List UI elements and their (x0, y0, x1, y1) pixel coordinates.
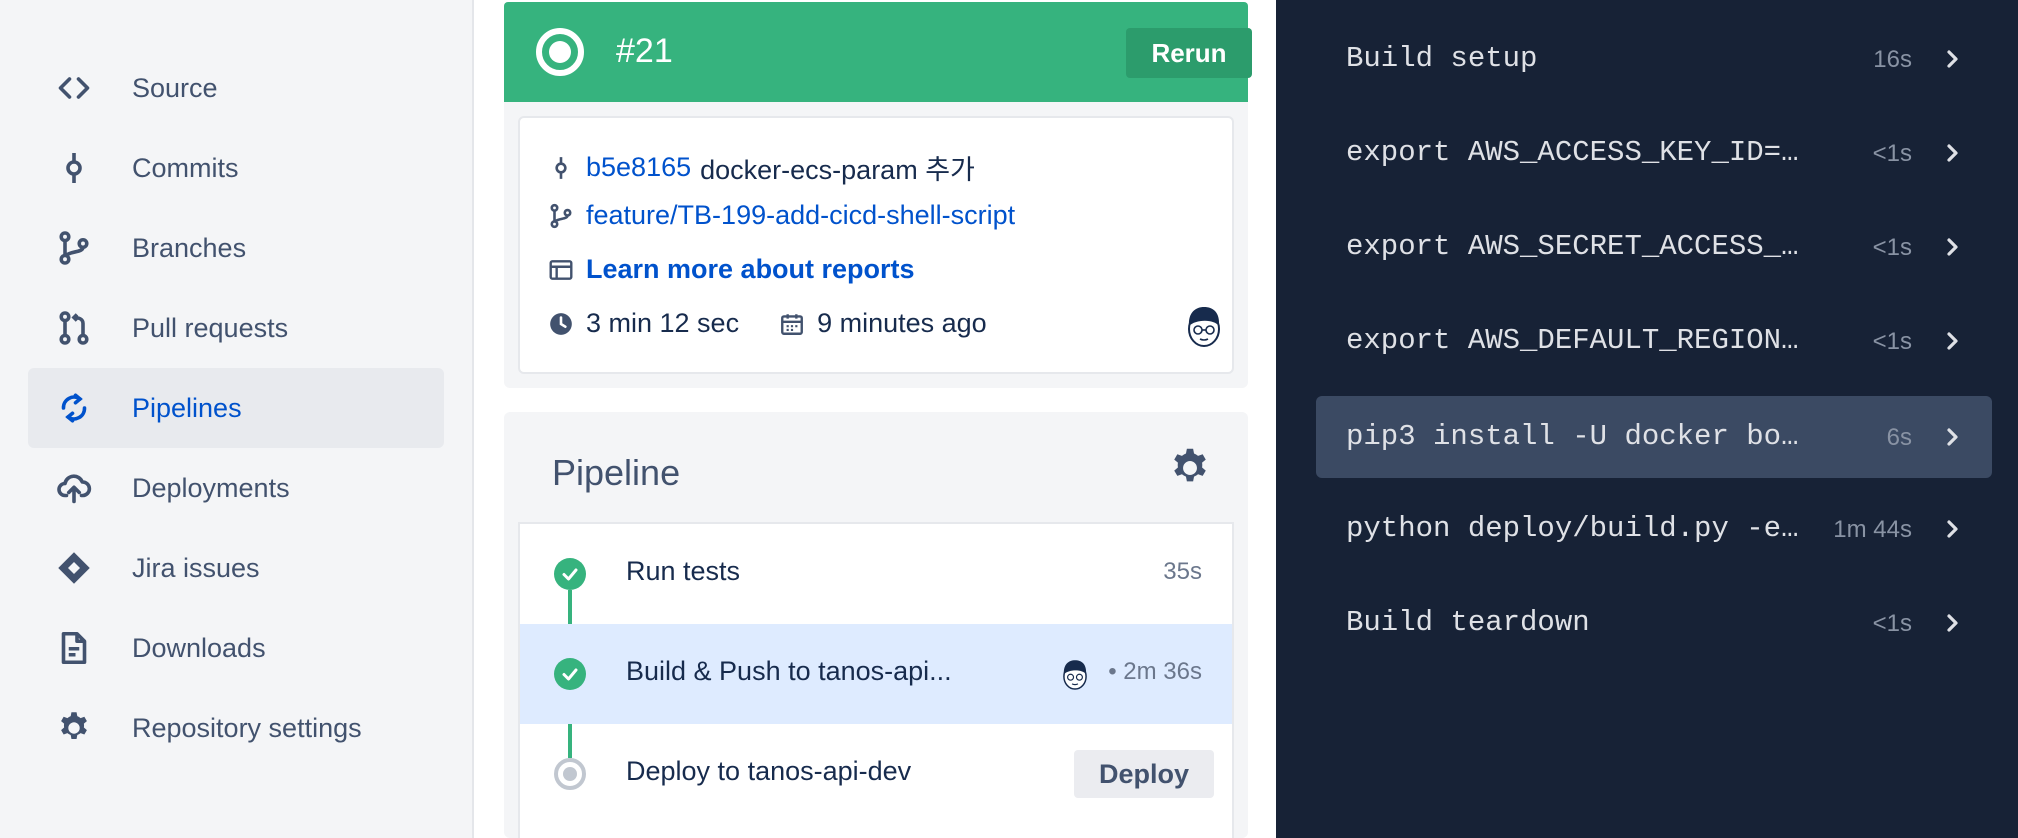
chevron-right-icon (1947, 428, 1958, 446)
log-section[interactable]: Build setup 16s (1316, 18, 1992, 100)
log-duration: <1s (1872, 234, 1912, 261)
chevron-right-icon (1947, 520, 1958, 538)
sidebar-item-pipelines[interactable]: Pipelines (28, 368, 444, 448)
pending-icon (554, 758, 586, 790)
deploy-button[interactable]: Deploy (1074, 750, 1214, 798)
jira-icon (56, 550, 92, 586)
report-icon (546, 255, 576, 285)
sidebar-item-branches[interactable]: Branches (28, 208, 444, 288)
run-duration: 3 min 12 sec (586, 308, 740, 338)
pipeline-step[interactable]: Deploy to tanos-api-dev Deploy (520, 724, 1232, 824)
check-icon (554, 658, 586, 690)
branch-link[interactable]: feature/TB-199-add-cicd-shell-script (586, 200, 1015, 231)
log-section[interactable]: export AWS_SECRET_ACCESS_… <1s (1316, 206, 1992, 288)
commit-icon (546, 153, 576, 183)
log-section[interactable]: export AWS_ACCESS_KEY_ID=… <1s (1316, 112, 1992, 194)
sidebar: Source Commits Branches Pull requests Pi… (0, 0, 474, 838)
commit-message: docker-ecs-param 추가 (700, 155, 975, 185)
log-duration: <1s (1872, 610, 1912, 637)
log-section[interactable]: pip3 install -U docker bo… 6s (1316, 396, 1992, 478)
log-section[interactable]: export AWS_DEFAULT_REGION… <1s (1316, 300, 1992, 382)
avatar (1063, 660, 1087, 690)
pull-request-icon (56, 310, 92, 346)
step-label: Run tests (626, 556, 741, 586)
reports-row: Learn more about reports (546, 254, 915, 285)
chevron-right-icon (1947, 144, 1958, 162)
pipeline-steps: Run tests 35s Build & Push to tanos-api.… (518, 522, 1234, 838)
run-header: #21 Rerun (504, 2, 1252, 102)
pipeline-panel: Pipeline Run tests 35s Build & Push to t… (504, 412, 1248, 838)
sidebar-item-jira-issues[interactable]: Jira issues (28, 528, 444, 608)
log-section[interactable]: Build teardown <1s (1316, 582, 1992, 664)
sidebar-item-label: Deployments (132, 472, 290, 503)
log-duration: 16s (1873, 46, 1912, 73)
commit-row: b5e8165 docker-ecs-param 추가 (546, 148, 975, 187)
sidebar-item-deployments[interactable]: Deployments (28, 448, 444, 528)
document-icon (56, 630, 92, 666)
commit-hash-link[interactable]: b5e8165 (586, 152, 691, 183)
calendar-icon (777, 309, 807, 339)
chevron-right-icon (1947, 614, 1958, 632)
step-duration: 35s (1163, 558, 1202, 585)
run-summary: b5e8165 docker-ecs-param 추가 feature/TB-1… (504, 102, 1248, 388)
log-command: Build setup (1346, 42, 1538, 75)
sidebar-item-label: Branches (132, 232, 247, 263)
chevron-right-icon (1947, 332, 1958, 350)
check-icon (554, 558, 586, 590)
run-number: #21 (616, 32, 673, 70)
sidebar-item-label: Jira issues (132, 552, 260, 583)
sidebar-item-source[interactable]: Source (28, 48, 444, 128)
sidebar-item-repository-settings[interactable]: Repository settings (28, 688, 444, 768)
run-summary-card: b5e8165 docker-ecs-param 추가 feature/TB-1… (518, 116, 1234, 374)
branch-icon (56, 230, 92, 266)
log-duration: 6s (1886, 424, 1912, 451)
branch-row: feature/TB-199-add-cicd-shell-script (546, 200, 1015, 231)
clock-icon (546, 309, 576, 339)
log-duration: <1s (1872, 328, 1912, 355)
pipeline-title: Pipeline (552, 452, 681, 493)
code-icon (56, 70, 92, 106)
log-duration: <1s (1872, 140, 1912, 167)
log-command: Build teardown (1346, 606, 1590, 639)
pipelines-icon (56, 390, 92, 426)
chevron-right-icon (1947, 238, 1958, 256)
cloud-upload-icon (56, 470, 92, 506)
log-command: export AWS_ACCESS_KEY_ID=… (1346, 136, 1799, 169)
sidebar-item-label: Commits (132, 152, 239, 183)
step-label: Deploy to tanos-api-dev (626, 756, 912, 786)
log-duration: 1m 44s (1833, 516, 1912, 543)
log-section[interactable]: python deploy/build.py -e… 1m 44s (1316, 488, 1992, 570)
rerun-button[interactable]: Rerun (1126, 28, 1252, 78)
sidebar-item-pull-requests[interactable]: Pull requests (28, 288, 444, 368)
gear-icon[interactable] (1168, 446, 1212, 490)
log-command: export AWS_SECRET_ACCESS_… (1346, 230, 1799, 263)
step-log-panel: Build setup 16s export AWS_ACCESS_KEY_ID… (1276, 0, 2018, 838)
sidebar-item-label: Repository settings (132, 712, 362, 743)
sidebar-item-commits[interactable]: Commits (28, 128, 444, 208)
log-command: python deploy/build.py -e… (1346, 512, 1799, 545)
sidebar-item-label: Source (132, 72, 218, 103)
sidebar-item-label: Pull requests (132, 312, 289, 343)
run-status-icon (536, 28, 584, 76)
chevron-right-icon (1947, 50, 1958, 68)
pipeline-step[interactable]: Build & Push to tanos-api... • 2m 36s (520, 624, 1232, 724)
reports-link[interactable]: Learn more about reports (586, 254, 915, 285)
branch-icon (546, 201, 576, 231)
commit-icon (56, 150, 92, 186)
step-label: Build & Push to tanos-api... (626, 656, 952, 686)
sidebar-item-label: Pipelines (132, 392, 242, 423)
gear-icon (56, 710, 92, 746)
step-duration: • 2m 36s (1108, 658, 1202, 685)
timing-row: 3 min 12 sec 9 minutes ago (546, 308, 987, 339)
avatar[interactable] (1184, 304, 1224, 350)
pipeline-detail: #21 Rerun b5e8165 docker-ecs-param 추가 fe… (476, 0, 1276, 838)
log-command: pip3 install -U docker bo… (1346, 420, 1799, 453)
sidebar-item-label: Downloads (132, 632, 266, 663)
log-command: export AWS_DEFAULT_REGION… (1346, 324, 1799, 357)
pipeline-step[interactable]: Run tests 35s (520, 524, 1232, 624)
run-started: 9 minutes ago (817, 308, 987, 338)
sidebar-item-downloads[interactable]: Downloads (28, 608, 444, 688)
